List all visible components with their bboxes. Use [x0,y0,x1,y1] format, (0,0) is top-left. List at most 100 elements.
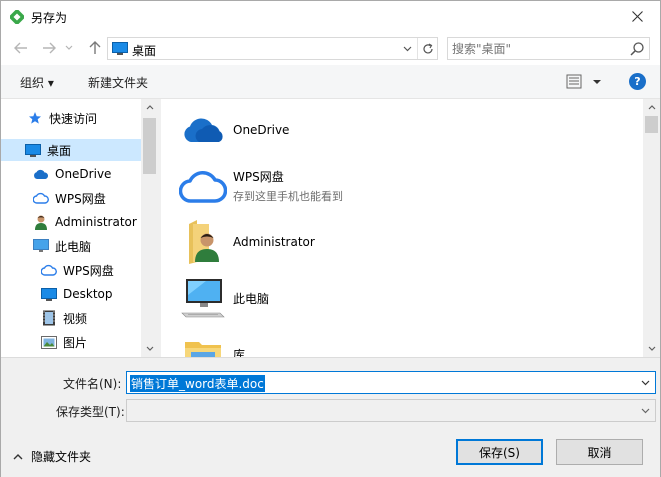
search-input[interactable] [452,40,622,57]
wps-cloud-icon [177,162,229,210]
address-dropdown-button[interactable] [398,38,416,59]
chevron-down-icon [641,380,649,385]
nav-item-administrator[interactable]: Administrator [33,211,141,233]
nav-item-label: 快速访问 [49,111,98,126]
list-item-onedrive[interactable]: OneDrive [177,105,637,155]
new-folder-button[interactable]: 新建文件夹 [88,74,148,91]
filetype-select[interactable] [126,399,656,422]
change-view-button[interactable] [564,72,604,92]
video-icon [41,310,57,326]
list-item-this-pc[interactable]: 此电脑 [177,273,637,323]
organize-menu[interactable]: 组织 ▾ [20,74,54,91]
hide-folders-toggle[interactable]: 隐藏文件夹 [13,448,91,465]
computer-icon [33,238,49,254]
item-description: 存到这里手机也能看到 [233,190,343,203]
scroll-up-button[interactable] [141,99,158,116]
item-name: WPS网盘 [233,170,284,184]
user-icon [33,214,49,230]
nav-item-pictures[interactable]: 图片 [41,331,141,353]
item-name: 此电脑 [233,291,270,306]
nav-item-quick-access[interactable]: 快速访问 [27,107,139,129]
navigation-scrollbar[interactable] [141,99,158,357]
address-bar[interactable]: 桌面 [107,37,438,60]
back-button[interactable] [11,38,31,58]
star-icon [27,110,43,126]
list-item-libraries[interactable]: 库 [177,329,637,357]
search-icon[interactable] [629,41,645,57]
nav-item-wps-cloud[interactable]: WPS网盘 [33,187,141,209]
library-folder-icon [177,330,229,357]
refresh-button[interactable] [417,38,438,59]
desktop-icon [25,142,41,158]
scroll-down-button[interactable] [141,340,158,357]
save-button[interactable]: 保存(S) [456,439,543,465]
onedrive-cloud-icon [33,166,49,182]
cancel-button[interactable]: 取消 [556,439,643,465]
chevron-up-icon [13,454,23,460]
navigation-pane: 快速访问 桌面 OneDrive WPS网盘 Administrator 此电脑… [1,99,158,357]
filetype-label: 保存类型(T): [56,405,125,419]
nav-item-label: Desktop [63,287,113,301]
navigation-bar: 桌面 [1,32,660,65]
nav-item-this-pc[interactable]: 此电脑 [33,235,141,257]
item-name: 库 [233,347,246,358]
help-button[interactable]: ? [629,73,646,90]
nav-item-label: 此电脑 [55,239,92,254]
app-icon [10,10,24,24]
user-folder-icon [177,218,229,266]
onedrive-cloud-icon [177,106,229,154]
nav-item-desktop[interactable]: 桌面 [1,139,141,161]
filename-label: 文件名(N): [63,377,122,391]
nav-item-label: WPS网盘 [55,191,106,206]
computer-icon [177,274,229,322]
save-options-panel: 文件名(N): 销售订单_word表单.doc 保存类型(T): 隐藏文件夹 保… [1,357,660,477]
chevron-down-icon [403,46,411,51]
close-icon [631,11,643,22]
recent-locations-button[interactable] [63,38,75,58]
nav-item-label: Administrator [55,215,137,229]
nav-item-wps-cloud-pc[interactable]: WPS网盘 [41,259,141,281]
desktop-icon [41,286,57,302]
scroll-up-button[interactable] [643,99,660,116]
view-list-icon [566,74,601,89]
list-item-administrator[interactable]: Administrator [177,217,637,267]
scrollbar-thumb[interactable] [143,118,156,174]
nav-item-label: OneDrive [55,167,112,181]
filename-input[interactable]: 销售订单_word表单.doc [126,371,656,394]
command-bar: 组织 ▾ 新建文件夹 ? [1,65,660,99]
nav-item-videos[interactable]: 视频 [41,307,141,329]
arrow-left-icon [14,42,27,54]
chevron-down-icon [641,408,649,413]
filename-value: 销售订单_word表单.doc [130,375,265,392]
refresh-icon [423,42,433,53]
filename-dropdown-button[interactable] [637,374,653,391]
up-button[interactable] [85,38,105,58]
window-title: 另存为 [31,11,68,25]
file-list: OneDrive WPS网盘 存到这里手机也能看到 Administrator … [161,99,660,357]
address-location: 桌面 [132,44,157,58]
hide-folders-label: 隐藏文件夹 [31,450,92,464]
nav-item-onedrive[interactable]: OneDrive [33,163,141,185]
close-button[interactable] [614,1,660,32]
list-item-wps-cloud[interactable]: WPS网盘 存到这里手机也能看到 [177,161,637,211]
chevron-down-icon [146,346,153,351]
title-bar: 另存为 [1,1,660,32]
desktop-icon [112,42,128,55]
nav-item-pc-desktop[interactable]: Desktop [41,283,141,305]
nav-item-label: WPS网盘 [63,263,114,278]
picture-icon [41,334,57,350]
nav-item-label: 视频 [63,311,88,326]
save-as-dialog: 另存为 桌面 搜索"桌面" 组织 ▾ 新建文件夹 ? 快速访问 桌面 OneDr… [0,0,661,477]
chevron-down-icon [648,346,655,351]
filetype-dropdown-button[interactable] [637,402,653,419]
content-scrollbar[interactable] [643,99,660,357]
wps-cloud-icon [41,262,57,278]
search-box[interactable] [447,37,650,60]
scrollbar-thumb[interactable] [645,116,658,133]
nav-item-label: 图片 [63,335,88,350]
forward-button[interactable] [39,38,59,58]
scroll-down-button[interactable] [643,340,660,357]
chevron-up-icon [146,105,153,110]
item-name: OneDrive [233,123,290,137]
item-name: Administrator [233,235,315,249]
